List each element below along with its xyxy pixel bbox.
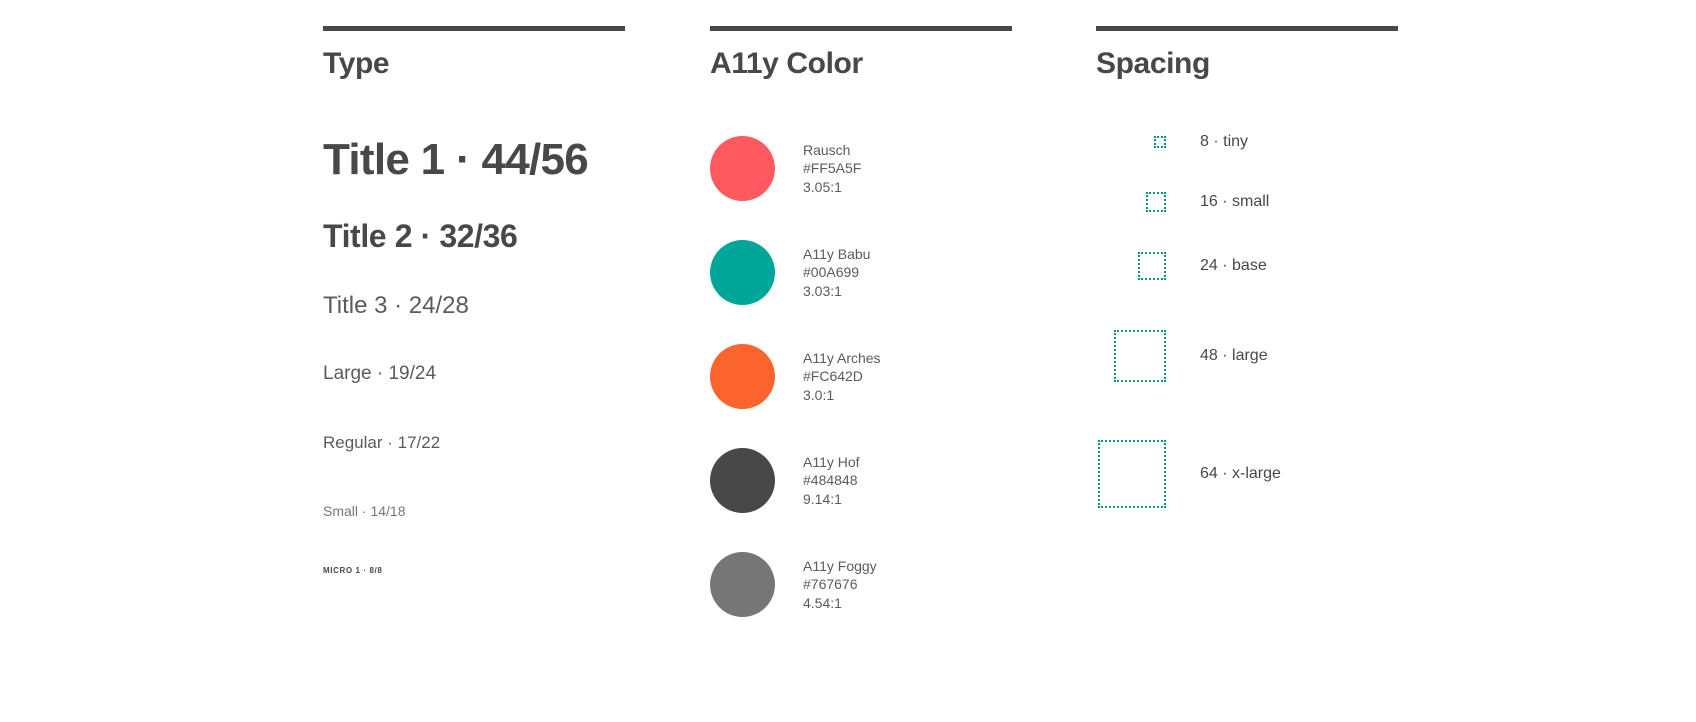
spacing-box-cell xyxy=(1096,136,1166,148)
color-hex: #FF5A5F xyxy=(803,160,862,177)
color-name: A11y Babu xyxy=(803,245,871,262)
spacing-box-cell xyxy=(1096,330,1166,382)
color-hex: #767676 xyxy=(803,576,858,593)
color-swatch-row: A11y Babu #00A699 3.03:1 xyxy=(710,240,1040,305)
color-swatch-circle xyxy=(710,448,775,513)
spacing-token-label: 64 · x-large xyxy=(1200,465,1281,482)
spacing-box-outline xyxy=(1138,252,1166,280)
type-column-rule xyxy=(323,26,625,31)
spacing-token-label: 24 · base xyxy=(1200,257,1267,274)
color-swatch-row: A11y Arches #FC642D 3.0:1 xyxy=(710,344,1040,409)
color-swatch-list: Rausch #FF5A5F 3.05:1 A11y Babu #00A699 … xyxy=(710,136,1040,617)
color-name: A11y Foggy xyxy=(803,557,877,574)
color-swatch-circle xyxy=(710,240,775,305)
color-swatch-row: Rausch #FF5A5F 3.05:1 xyxy=(710,136,1040,201)
spacing-token-row: 16 · small xyxy=(1096,192,1436,212)
spacing-box-outline xyxy=(1114,330,1166,382)
type-specimen-regular: Regular · 17/22 xyxy=(323,433,441,452)
spacing-token-label: 16 · small xyxy=(1200,193,1270,210)
color-name: A11y Hof xyxy=(803,453,860,470)
color-contrast-ratio: 3.05:1 xyxy=(803,178,842,195)
color-hex: #484848 xyxy=(803,472,858,489)
type-specimen-title-2: Title 2 · 32/36 xyxy=(323,218,518,254)
color-swatch-meta: A11y Arches #FC642D 3.0:1 xyxy=(803,349,881,405)
spacing-token-list: 8 · tiny 16 · small 24 · base 48 · large xyxy=(1096,132,1436,508)
color-contrast-ratio: 4.54:1 xyxy=(803,594,842,611)
spacing-token-label: 8 · tiny xyxy=(1200,133,1249,150)
type-specimen-title-1: Title 1 · 44/56 xyxy=(323,135,589,184)
color-swatch-row: A11y Foggy #767676 4.54:1 xyxy=(710,552,1040,617)
spacing-column-rule xyxy=(1096,26,1398,31)
spacing-box-cell xyxy=(1096,440,1166,508)
color-hex: #00A699 xyxy=(803,264,860,281)
type-specimen-list: Title 1 · 44/56 Title 2 · 32/36 Title 3 … xyxy=(323,132,653,575)
color-contrast-ratio: 9.14:1 xyxy=(803,490,842,507)
color-swatch-circle xyxy=(710,344,775,409)
spacing-box-cell xyxy=(1096,192,1166,212)
spacing-box-outline xyxy=(1154,136,1166,148)
type-specimen-small: Small · 14/18 xyxy=(323,503,406,519)
spacing-box-outline xyxy=(1098,440,1166,508)
color-name: Rausch xyxy=(803,141,851,158)
spacing-column-title: Spacing xyxy=(1096,47,1210,80)
spacing-token-row: 48 · large xyxy=(1096,330,1436,382)
spacing-token-row: 24 · base xyxy=(1096,252,1436,280)
type-specimen-title-3: Title 3 · 24/28 xyxy=(323,292,469,319)
color-swatch-meta: A11y Hof #484848 9.14:1 xyxy=(803,453,860,509)
spacing-box-cell xyxy=(1096,252,1166,280)
color-name: A11y Arches xyxy=(803,349,881,366)
color-hex: #FC642D xyxy=(803,368,863,385)
color-swatch-meta: Rausch #FF5A5F 3.05:1 xyxy=(803,141,861,197)
style-guide-board: Type Title 1 · 44/56 Title 2 · 32/36 Tit… xyxy=(0,0,1696,722)
spacing-token-label: 48 · large xyxy=(1200,347,1268,364)
spacing-box-outline xyxy=(1146,192,1166,212)
color-contrast-ratio: 3.0:1 xyxy=(803,386,835,403)
color-swatch-circle xyxy=(710,136,775,201)
type-specimen-micro-1: MICRO 1 · 8/8 xyxy=(323,566,383,575)
color-swatch-circle xyxy=(710,552,775,617)
color-contrast-ratio: 3.03:1 xyxy=(803,282,842,299)
spacing-token-row: 8 · tiny xyxy=(1096,132,1436,152)
a11y-color-column-rule xyxy=(710,26,1012,31)
color-swatch-meta: A11y Foggy #767676 4.54:1 xyxy=(803,557,877,613)
a11y-color-column-title: A11y Color xyxy=(710,47,863,80)
color-swatch-row: A11y Hof #484848 9.14:1 xyxy=(710,448,1040,513)
type-specimen-large: Large · 19/24 xyxy=(323,363,437,384)
spacing-token-row: 64 · x-large xyxy=(1096,440,1436,508)
type-column-title: Type xyxy=(323,47,390,80)
color-swatch-meta: A11y Babu #00A699 3.03:1 xyxy=(803,245,870,301)
